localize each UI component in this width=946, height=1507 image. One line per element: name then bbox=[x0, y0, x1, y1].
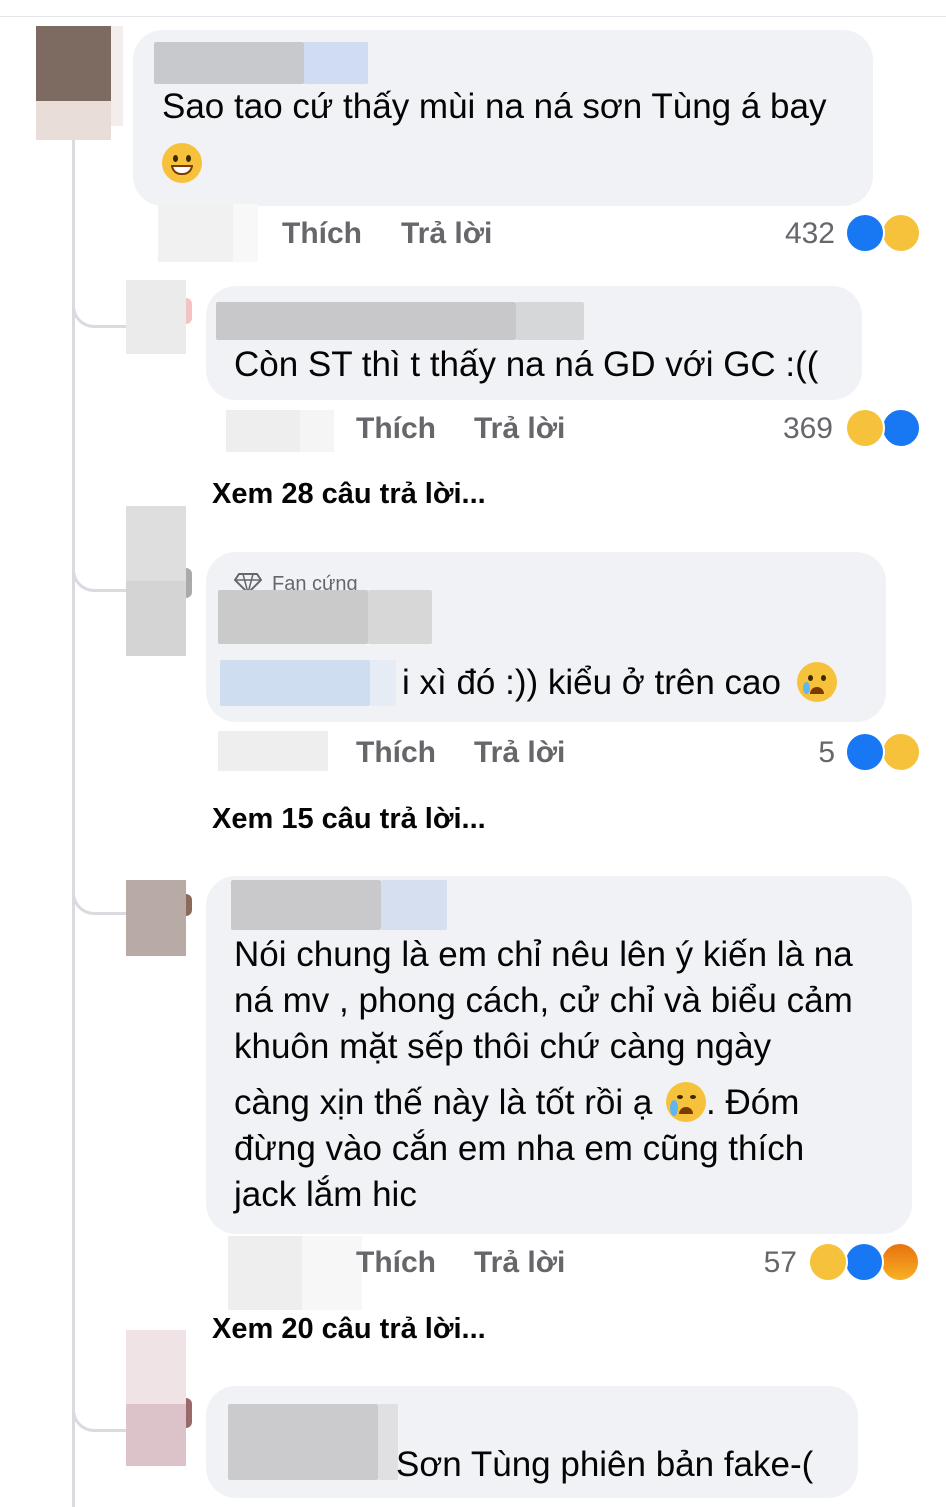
avatar[interactable] bbox=[126, 506, 192, 656]
avatar[interactable] bbox=[126, 1330, 192, 1466]
top-divider bbox=[0, 16, 946, 17]
like-button[interactable]: Thích bbox=[282, 217, 362, 251]
reply-connector bbox=[72, 540, 128, 592]
comment-text: Sao tao cứ thấy mùi na ná sơn Tùng á bay bbox=[162, 87, 827, 126]
mention-blurred[interactable] bbox=[220, 660, 396, 706]
reply-button[interactable]: Trả lời bbox=[474, 412, 565, 446]
angry-reaction-icon bbox=[880, 1242, 920, 1282]
haha-reaction-icon bbox=[808, 1242, 848, 1282]
reply-connector bbox=[72, 865, 128, 915]
avatar[interactable] bbox=[36, 26, 123, 140]
like-button[interactable]: Thích bbox=[356, 412, 436, 446]
reaction-count[interactable]: 432 bbox=[740, 217, 835, 251]
author-name-blurred[interactable] bbox=[218, 590, 432, 644]
like-reaction-icon bbox=[844, 1242, 884, 1282]
blurred-block bbox=[226, 410, 334, 452]
like-reaction-icon bbox=[845, 213, 885, 253]
reaction-icons[interactable] bbox=[808, 1242, 926, 1282]
grinning-face-icon bbox=[162, 143, 202, 183]
comment-text: Còn ST thì t thấy na ná GD với GC :(( bbox=[234, 345, 819, 384]
blurred-block bbox=[218, 731, 328, 771]
comment-text: i xì đó :)) kiểu ở trên cao bbox=[402, 660, 837, 706]
author-name-blurred[interactable] bbox=[231, 880, 447, 930]
like-button[interactable]: Thích bbox=[356, 736, 436, 770]
haha-reaction-icon bbox=[845, 408, 885, 448]
haha-reaction-icon bbox=[881, 213, 921, 253]
author-name-blurred[interactable] bbox=[216, 302, 584, 340]
reply-connector bbox=[72, 270, 128, 328]
author-name-blurred[interactable] bbox=[228, 1404, 398, 1480]
like-reaction-icon bbox=[881, 408, 921, 448]
reply-button[interactable]: Trả lời bbox=[474, 736, 565, 770]
blurred-block bbox=[158, 204, 258, 262]
reply-button[interactable]: Trả lời bbox=[474, 1246, 565, 1280]
like-button[interactable]: Thích bbox=[356, 1246, 436, 1280]
comment-text: Nói chung là em chỉ nêu lên ý kiến là na… bbox=[234, 935, 853, 1214]
reaction-icons[interactable] bbox=[845, 408, 925, 448]
view-more-replies[interactable]: Xem 28 câu trả lời... bbox=[212, 477, 486, 511]
reply-connector bbox=[72, 1380, 128, 1432]
reaction-icons[interactable] bbox=[845, 213, 925, 253]
haha-reaction-icon bbox=[881, 732, 921, 772]
blurred-block bbox=[228, 1236, 362, 1310]
like-reaction-icon bbox=[845, 732, 885, 772]
reaction-count[interactable]: 5 bbox=[740, 736, 835, 770]
view-more-replies[interactable]: Xem 15 câu trả lời... bbox=[212, 802, 486, 836]
avatar[interactable] bbox=[126, 880, 192, 956]
author-name-blurred[interactable] bbox=[154, 42, 368, 84]
comment-text: Sơn Tùng phiên bản fake-( bbox=[396, 1445, 814, 1484]
view-more-replies[interactable]: Xem 20 câu trả lời... bbox=[212, 1312, 486, 1346]
reaction-icons[interactable] bbox=[845, 732, 925, 772]
reaction-count[interactable]: 57 bbox=[702, 1246, 797, 1280]
reaction-count[interactable]: 369 bbox=[738, 412, 833, 446]
avatar[interactable] bbox=[126, 280, 192, 354]
sad-but-relieved-face-icon bbox=[796, 662, 837, 702]
reply-button[interactable]: Trả lời bbox=[401, 217, 492, 251]
crying-face-icon bbox=[666, 1082, 707, 1122]
